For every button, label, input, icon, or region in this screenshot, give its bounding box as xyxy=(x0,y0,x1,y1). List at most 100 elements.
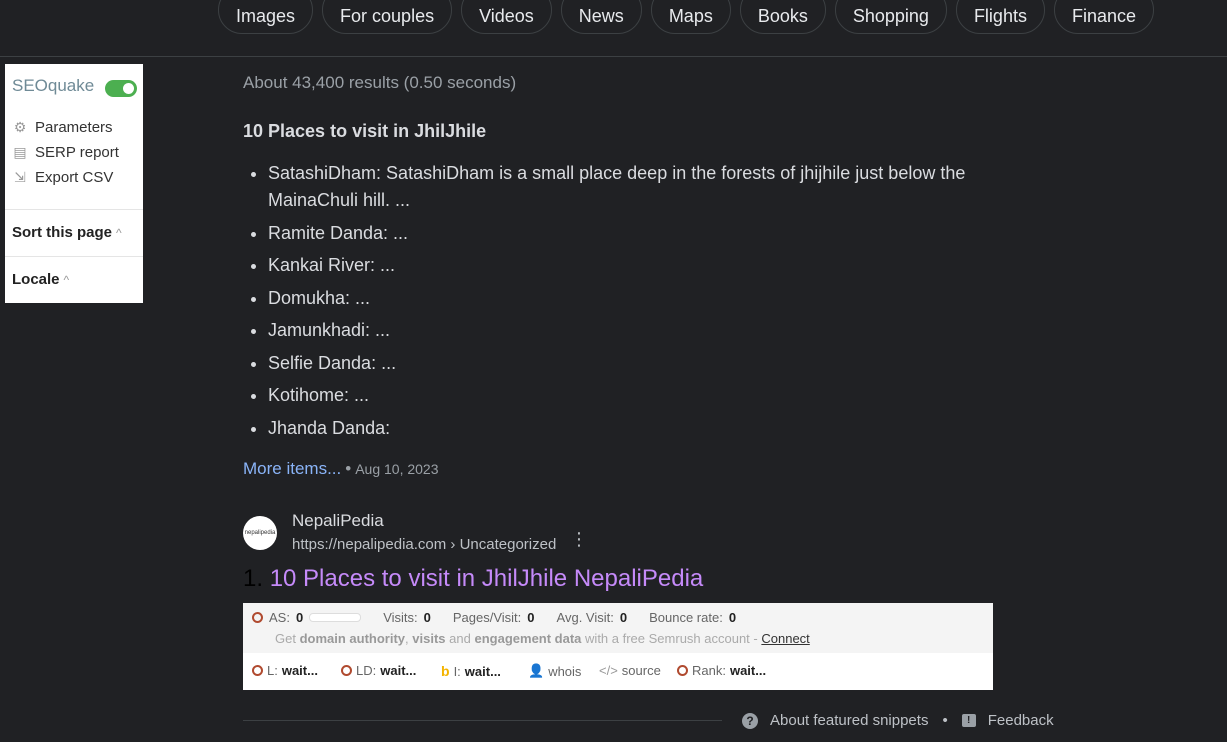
result-stats: About 43,400 results (0.50 seconds) xyxy=(243,73,517,92)
more-items-link[interactable]: More items... xyxy=(243,459,341,478)
feedback-link[interactable]: Feedback xyxy=(988,712,1054,729)
about-featured-snippets[interactable]: About featured snippets xyxy=(770,712,928,729)
site-url[interactable]: https://nepalipedia.com › Uncategorized xyxy=(292,536,556,553)
ld-label: LD: xyxy=(356,663,377,678)
list-item: Jamunkhadi: ... xyxy=(268,317,1028,344)
links-value: wait... xyxy=(281,663,318,678)
bing-icon: b xyxy=(441,663,450,679)
tab-videos[interactable]: Videos xyxy=(461,0,552,34)
list-item: Jhanda Danda: xyxy=(268,415,1028,442)
promo-engagement: engagement data xyxy=(474,631,582,646)
linking-domains-metric[interactable]: LD: wait... xyxy=(341,663,416,678)
chevron-up-icon: ^ xyxy=(116,226,122,240)
snippet-list: SatashiDham: SatashiDham is a small plac… xyxy=(243,160,1028,447)
seoquake-toggle[interactable] xyxy=(105,80,137,97)
seoquake-divider xyxy=(5,209,143,210)
tab-shopping[interactable]: Shopping xyxy=(834,0,947,34)
as-label: AS: xyxy=(269,610,290,625)
seoquake-title: SEOquake xyxy=(12,76,95,95)
locale-section[interactable]: Locale ^ xyxy=(12,271,69,288)
tab-images[interactable]: Images xyxy=(218,0,314,34)
ld-value: wait... xyxy=(380,663,417,678)
result-title-link[interactable]: 10 Places to visit in JhilJhile NepaliPe… xyxy=(270,565,704,592)
semrush-icon xyxy=(252,665,263,676)
promo-text: Get xyxy=(275,631,296,646)
as-value: 0 xyxy=(295,610,304,625)
index-label: I: xyxy=(453,663,461,679)
sort-this-page[interactable]: Sort this page ^ xyxy=(12,224,122,241)
as-meter xyxy=(309,613,362,622)
separator-dot: • xyxy=(345,459,352,478)
semrush-metrics: AS: 0 Visits: 0 Pages/Visit: 0 Avg. Visi… xyxy=(252,610,736,625)
promo-text: with a free Semrush account - xyxy=(585,631,758,646)
favicon-logo: nepalipedia xyxy=(244,530,276,536)
whois-label: whois xyxy=(548,663,582,679)
user-icon: 👤 xyxy=(528,663,545,678)
list-item: Domukha: ... xyxy=(268,285,1028,312)
avg-visit-value: 0 xyxy=(619,610,628,625)
rank-value: wait... xyxy=(729,663,767,678)
header-divider xyxy=(0,56,1227,57)
serp-report-item[interactable]: ▤ SERP report xyxy=(12,144,119,161)
result-title-row: 1. 10 Places to visit in JhilJhile Nepal… xyxy=(243,565,703,593)
locale-label: Locale xyxy=(12,271,60,288)
more-items-row: More items... • Aug 10, 2023 xyxy=(243,459,439,479)
list-item: Selfie Danda: ... xyxy=(268,350,1028,377)
list-item: SatashiDham: SatashiDham is a small plac… xyxy=(268,160,1028,214)
seoquake-divider xyxy=(5,256,143,257)
bounce-rate-value: 0 xyxy=(728,610,737,625)
chevron-up-icon: ^ xyxy=(63,273,70,287)
tab-finance[interactable]: Finance xyxy=(1053,0,1154,34)
site-favicon[interactable]: nepalipedia xyxy=(243,516,277,550)
gear-icon: ⚙ xyxy=(13,119,27,135)
pages-visit-label: Pages/Visit: xyxy=(452,610,522,625)
rank-metric[interactable]: Rank: wait... xyxy=(677,663,766,678)
promo-domain-authority: domain authority xyxy=(299,631,406,646)
parameters-label: Parameters xyxy=(35,119,113,136)
avg-visit-label: Avg. Visit: xyxy=(556,610,614,625)
rank-label: Rank: xyxy=(692,663,726,678)
site-name[interactable]: NepaliPedia xyxy=(292,511,384,531)
whois-link[interactable]: 👤 whois xyxy=(528,663,581,679)
export-csv-label: Export CSV xyxy=(35,169,114,186)
parameters-item[interactable]: ⚙ Parameters xyxy=(12,119,113,136)
list-item: Kankai River: ... xyxy=(268,252,1028,279)
visits-value: 0 xyxy=(423,610,431,625)
bing-index-metric[interactable]: b I: wait... xyxy=(441,663,501,679)
tab-maps[interactable]: Maps xyxy=(650,0,731,34)
help-icon: ? xyxy=(742,712,758,729)
links-metric[interactable]: L: wait... xyxy=(252,663,318,678)
code-icon: </> xyxy=(599,663,618,678)
export-csv-item[interactable]: ⇲ Export CSV xyxy=(12,169,113,186)
semrush-promo: Get domain authority, visits and engagem… xyxy=(275,631,810,646)
source-link[interactable]: </> source xyxy=(599,663,661,678)
promo-text: and xyxy=(449,631,471,646)
tab-for-couples[interactable]: For couples xyxy=(322,0,453,34)
promo-visits: visits xyxy=(412,631,446,646)
tab-books[interactable]: Books xyxy=(739,0,826,34)
semrush-icon xyxy=(341,665,352,676)
seoquake-panel: SEOquake ⚙ Parameters ▤ SERP report ⇲ Ex… xyxy=(5,64,143,303)
footer-divider xyxy=(243,720,722,721)
search-tabs: Images For couples Videos News Maps Book… xyxy=(218,0,1154,34)
export-icon: ⇲ xyxy=(14,169,26,185)
serp-report-label: SERP report xyxy=(35,144,119,161)
report-icon: ▤ xyxy=(13,144,27,160)
pages-visit-value: 0 xyxy=(527,610,535,625)
snippet-title: 10 Places to visit in JhilJhile xyxy=(243,121,487,141)
snippet-footer: ? About featured snippets • ! Feedback xyxy=(742,712,1054,729)
links-label: L: xyxy=(267,663,278,678)
source-label: source xyxy=(621,663,661,678)
promo-text: , xyxy=(405,631,409,646)
tab-news[interactable]: News xyxy=(560,0,642,34)
separator-dot: • xyxy=(942,712,948,729)
visits-label: Visits: xyxy=(383,610,418,625)
connect-link[interactable]: Connect xyxy=(761,631,809,646)
tab-flights[interactable]: Flights xyxy=(955,0,1045,34)
snippet-date: Aug 10, 2023 xyxy=(355,461,439,477)
bounce-rate-label: Bounce rate: xyxy=(649,610,723,625)
sort-label: Sort this page xyxy=(12,224,113,241)
semrush-icon xyxy=(677,665,688,676)
more-options-icon[interactable]: ⋮ xyxy=(570,530,588,548)
semrush-bar: AS: 0 Visits: 0 Pages/Visit: 0 Avg. Visi… xyxy=(243,603,993,690)
